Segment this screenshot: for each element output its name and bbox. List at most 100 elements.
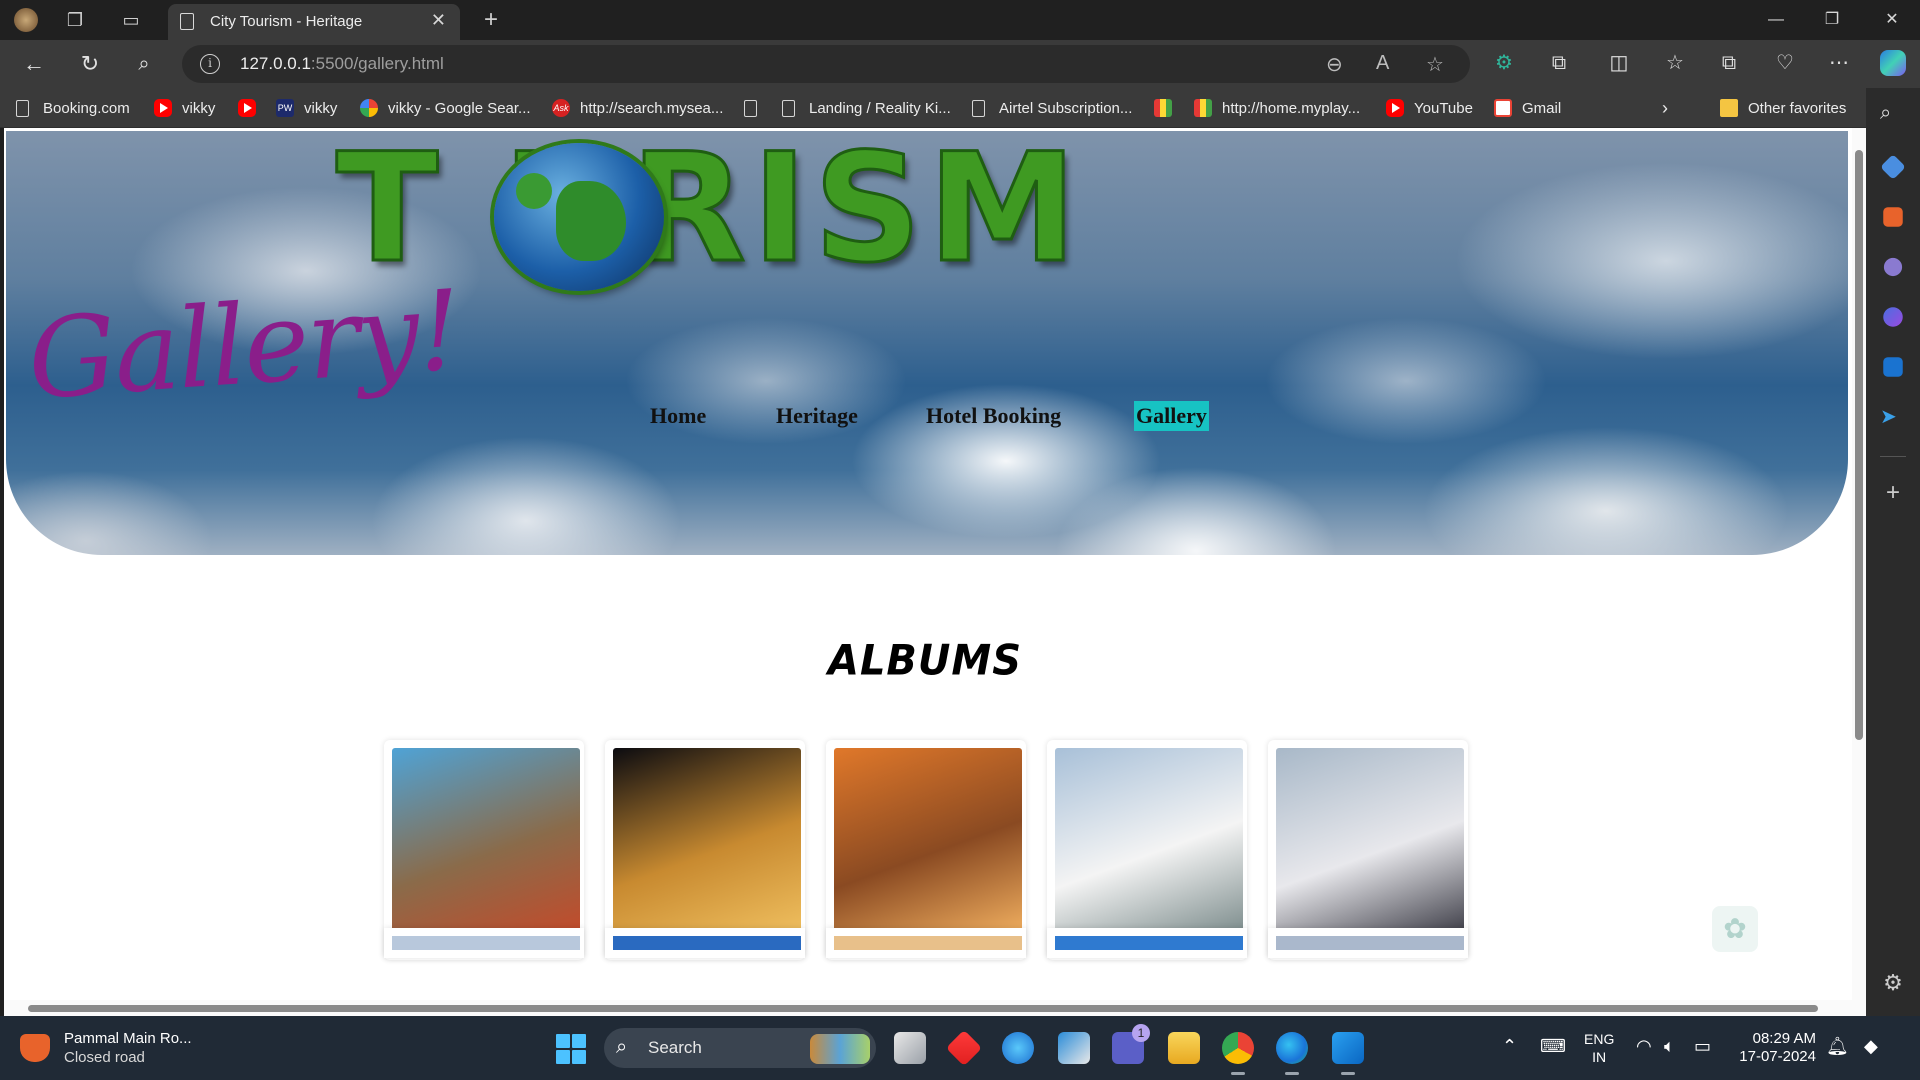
restore-icon[interactable]: ❐ — [1812, 6, 1852, 34]
album-card-3[interactable] — [826, 740, 1026, 960]
minimize-icon[interactable]: — — [1756, 6, 1796, 34]
other-favorites-folder[interactable]: Other favorites — [1720, 96, 1846, 120]
copilot-app-icon[interactable] — [1002, 1032, 1034, 1064]
album-card-5[interactable] — [1268, 740, 1468, 960]
vscode-icon[interactable] — [1332, 1032, 1364, 1075]
taskbar-clock[interactable]: 08:29 AM 17-07-2024 — [1732, 1030, 1816, 1066]
favorite-booking[interactable]: Booking.com — [16, 96, 130, 120]
taskbar-search[interactable]: ⌕ Search — [604, 1028, 876, 1068]
close-window-icon[interactable]: ✕ — [1872, 6, 1912, 34]
battery-icon[interactable]: ▭ — [1694, 1036, 1711, 1057]
sidebar-search-icon[interactable]: ⌕ — [1880, 102, 1906, 128]
favorite-gmail[interactable]: Gmail — [1494, 96, 1561, 120]
nav-gallery[interactable]: Gallery — [1134, 401, 1209, 431]
sidebar-games-icon[interactable] — [1883, 257, 1903, 277]
horizontal-scrollbar-thumb[interactable] — [28, 1005, 1818, 1012]
favorite-youtube[interactable] — [238, 96, 266, 120]
sidebar-shopping-icon[interactable] — [1880, 154, 1906, 180]
favorite-mysearch[interactable]: Ask http://search.mysea... — [552, 96, 723, 120]
wifi-icon[interactable]: ◠ — [1636, 1036, 1652, 1057]
album-card-2[interactable] — [605, 740, 805, 960]
copilot-icon[interactable] — [1878, 48, 1908, 78]
workspaces-icon[interactable]: ❐ — [62, 8, 88, 32]
zoom-out-icon[interactable]: ⊖ — [1326, 52, 1343, 77]
vertical-scrollbar-thumb[interactable] — [1855, 150, 1863, 740]
url-text[interactable]: 127.0.0.1:5500/gallery.html — [240, 54, 444, 74]
album-card-1[interactable] — [384, 740, 584, 960]
edge-icon[interactable] — [1276, 1032, 1308, 1075]
album-photo-partial[interactable] — [1276, 936, 1464, 950]
album-card-10[interactable] — [1268, 928, 1468, 958]
sidebar-tools-icon[interactable] — [1883, 207, 1903, 227]
teams-icon[interactable]: 1 — [1112, 1024, 1150, 1064]
favorite-vikky-pw[interactable]: PW vikky — [276, 96, 337, 120]
sidebar-settings-gear-icon[interactable]: ⚙ — [1880, 970, 1906, 996]
chrome-icon[interactable] — [1222, 1032, 1254, 1075]
favorite-myplay-1[interactable] — [1154, 96, 1182, 120]
site-info-icon[interactable]: i — [200, 54, 220, 74]
favorite-google-search[interactable]: vikky - Google Sear... — [360, 96, 531, 120]
album-photo-partial[interactable] — [392, 936, 580, 950]
album-card-7[interactable] — [605, 928, 805, 958]
sidebar-add-icon[interactable]: + — [1880, 480, 1906, 506]
language-indicator[interactable]: ENG IN — [1584, 1030, 1614, 1066]
album-photo-partial[interactable] — [834, 936, 1022, 950]
sidebar-send-icon[interactable]: ➤ — [1880, 404, 1906, 430]
favorites-overflow-chevron-icon[interactable]: › — [1662, 96, 1668, 120]
file-explorer-icon[interactable] — [1168, 1032, 1200, 1064]
youtube-icon — [1386, 99, 1404, 117]
album-card-8[interactable] — [826, 928, 1026, 958]
album-card-9[interactable] — [1047, 928, 1247, 958]
refresh-icon[interactable]: ↻ — [76, 50, 104, 78]
ms-store-icon[interactable] — [1058, 1032, 1090, 1064]
back-icon[interactable]: ← — [20, 50, 48, 78]
horizontal-scrollbar[interactable] — [4, 1000, 1852, 1016]
anydesk-icon[interactable] — [945, 1029, 983, 1067]
sidebar-outlook-icon[interactable] — [1883, 357, 1903, 377]
more-menu-icon[interactable]: ⋯ — [1824, 48, 1854, 78]
vertical-tabs-icon[interactable]: ▭ — [118, 8, 144, 32]
copilot-tray-icon[interactable]: ◆ — [1864, 1036, 1878, 1057]
nav-hotel-booking[interactable]: Hotel Booking — [926, 401, 1061, 431]
album-photo-partial[interactable] — [613, 936, 801, 950]
new-tab-icon[interactable]: + — [478, 8, 504, 32]
browser-essentials-icon[interactable]: ♡ — [1770, 48, 1800, 78]
close-tab-icon[interactable]: ✕ — [431, 10, 446, 31]
favorite-youtube-main[interactable]: YouTube — [1386, 96, 1473, 120]
favorite-reality-kings[interactable]: Landing / Reality Ki... — [782, 96, 951, 120]
address-bar[interactable]: i 127.0.0.1:5500/gallery.html ⊖ A ☆ — [182, 45, 1470, 83]
favorites-icon[interactable]: ☆ — [1660, 48, 1690, 78]
task-view-icon[interactable] — [894, 1032, 926, 1064]
favorite-airtel[interactable]: Airtel Subscription... — [972, 96, 1132, 120]
search-icon[interactable]: ⌕ — [130, 50, 158, 78]
album-photo-temple-chariot[interactable] — [392, 748, 580, 936]
favorite-star-icon[interactable]: ☆ — [1426, 52, 1444, 77]
album-photo-heritage-building[interactable] — [1276, 748, 1464, 936]
notifications-bell-icon[interactable]: 🔔︎ — [1826, 1036, 1849, 1057]
favorite-myplay-2[interactable]: http://home.myplay... — [1194, 96, 1360, 120]
album-photo-partial[interactable] — [1055, 936, 1243, 950]
album-photo-cathedral[interactable] — [1055, 748, 1243, 936]
extensions-icon[interactable]: ⧉ — [1544, 48, 1574, 78]
floating-copilot-icon[interactable]: ✿ — [1712, 906, 1758, 952]
album-photo-shore-temple[interactable] — [834, 748, 1022, 936]
tab-city-tourism[interactable]: City Tourism - Heritage ✕ — [168, 4, 460, 40]
copilot-extension-icon[interactable]: ⚙ — [1489, 48, 1519, 78]
album-card-6[interactable] — [384, 928, 584, 958]
album-photo-night-building[interactable] — [613, 748, 801, 936]
nav-home[interactable]: Home — [650, 401, 706, 431]
favorite-page[interactable] — [744, 96, 771, 120]
volume-icon[interactable]: 🔈︎ — [1664, 1036, 1675, 1057]
split-screen-icon[interactable]: ◫ — [1604, 48, 1634, 78]
album-card-4[interactable] — [1047, 740, 1247, 960]
collections-icon[interactable]: ⧉ — [1714, 48, 1744, 78]
sidebar-office-icon[interactable] — [1883, 307, 1903, 327]
favorite-vikky-youtube[interactable]: vikky — [154, 96, 215, 120]
nav-heritage[interactable]: Heritage — [776, 401, 858, 431]
start-button-icon[interactable] — [556, 1034, 586, 1064]
profile-avatar-icon[interactable] — [14, 8, 40, 32]
read-aloud-icon[interactable]: A — [1376, 52, 1389, 75]
keyboard-icon[interactable]: ⌨ — [1540, 1036, 1566, 1057]
vertical-scrollbar[interactable] — [1852, 128, 1866, 1016]
tray-overflow-chevron-icon[interactable]: ⌃ — [1502, 1036, 1517, 1057]
